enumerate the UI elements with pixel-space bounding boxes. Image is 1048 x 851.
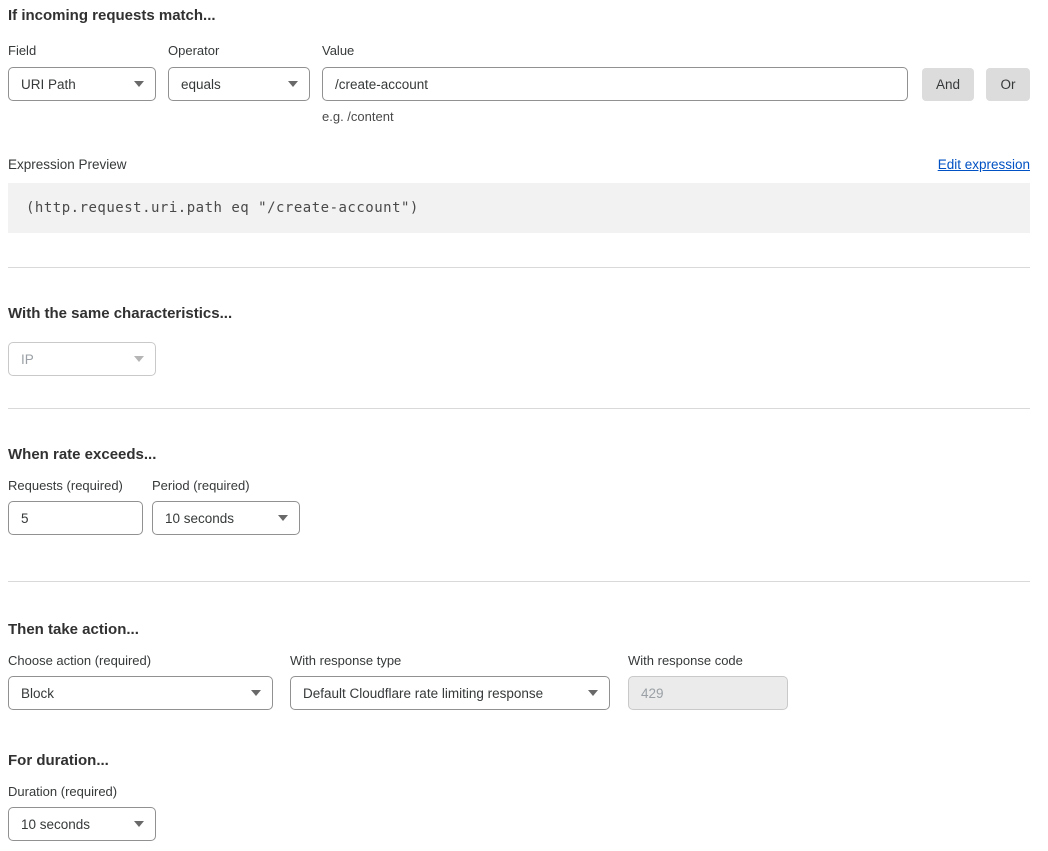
choose-action-select[interactable]: Block	[8, 676, 273, 710]
operator-label: Operator	[168, 44, 310, 58]
duration-section-heading: For duration...	[8, 752, 1030, 769]
section-divider	[8, 267, 1030, 268]
section-divider	[8, 581, 1030, 582]
duration-label: Duration (required)	[8, 785, 156, 799]
caret-down-icon	[288, 81, 298, 87]
or-button[interactable]: Or	[986, 68, 1030, 101]
caret-down-icon	[588, 690, 598, 696]
caret-down-icon	[134, 81, 144, 87]
field-label: Field	[8, 44, 156, 58]
response-code-input	[628, 676, 788, 710]
requests-input[interactable]	[8, 501, 143, 535]
field-select[interactable]: URI Path	[8, 67, 156, 101]
response-type-label: With response type	[290, 654, 610, 668]
action-section-heading: Then take action...	[8, 621, 1030, 638]
duration-select-value: 10 seconds	[21, 817, 90, 832]
value-label: Value	[322, 44, 1030, 58]
caret-down-icon	[134, 821, 144, 827]
characteristics-section-heading: With the same characteristics...	[8, 305, 1030, 322]
requests-label: Requests (required)	[8, 479, 143, 493]
response-type-select[interactable]: Default Cloudflare rate limiting respons…	[290, 676, 610, 710]
period-select-value: 10 seconds	[165, 511, 234, 526]
duration-select[interactable]: 10 seconds	[8, 807, 156, 841]
expression-preview-code: (http.request.uri.path eq "/create-accou…	[8, 183, 1030, 233]
rate-limiting-rule-form: If incoming requests match... Field Oper…	[0, 0, 1048, 851]
value-input[interactable]	[322, 67, 908, 101]
period-select[interactable]: 10 seconds	[152, 501, 300, 535]
match-section-heading: If incoming requests match...	[8, 7, 1030, 24]
expression-preview-label: Expression Preview	[8, 157, 127, 172]
response-type-select-value: Default Cloudflare rate limiting respons…	[303, 686, 543, 701]
choose-action-label: Choose action (required)	[8, 654, 273, 668]
response-code-label: With response code	[628, 654, 788, 668]
operator-select-value: equals	[181, 77, 221, 92]
rate-section-heading: When rate exceeds...	[8, 446, 1030, 463]
and-button[interactable]: And	[922, 68, 974, 101]
characteristic-select: IP	[8, 342, 156, 376]
edit-expression-link[interactable]: Edit expression	[938, 157, 1030, 172]
field-select-value: URI Path	[21, 77, 76, 92]
operator-select[interactable]: equals	[168, 67, 310, 101]
section-divider	[8, 408, 1030, 409]
value-hint: e.g. /content	[322, 109, 1030, 124]
caret-down-icon	[278, 515, 288, 521]
period-label: Period (required)	[152, 479, 300, 493]
characteristic-select-value: IP	[21, 352, 34, 367]
caret-down-icon	[134, 356, 144, 362]
choose-action-select-value: Block	[21, 686, 54, 701]
caret-down-icon	[251, 690, 261, 696]
